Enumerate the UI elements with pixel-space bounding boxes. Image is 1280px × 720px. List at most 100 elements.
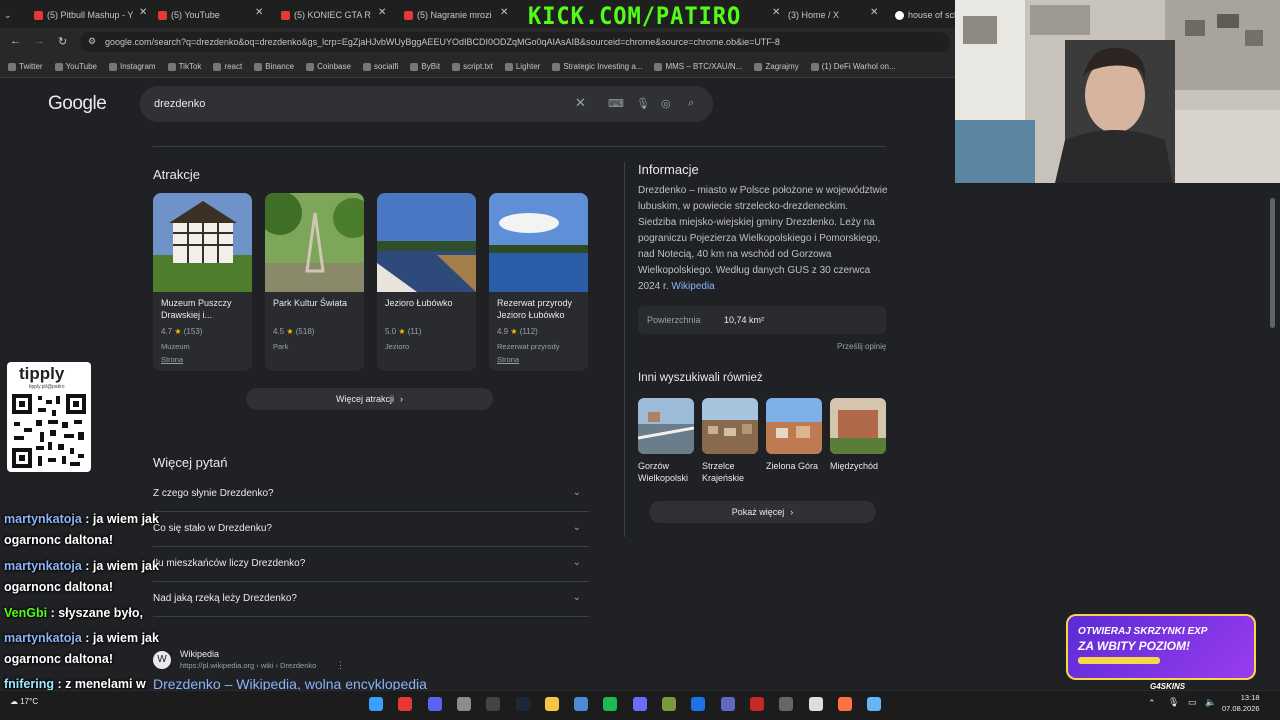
- weather-widget[interactable]: ☁ 17°C: [10, 697, 38, 706]
- xbox-icon[interactable]: [691, 697, 706, 711]
- chrome-icon[interactable]: [398, 697, 413, 711]
- tray-chevron-icon[interactable]: ⌃: [1148, 698, 1156, 709]
- attraction-photo: [489, 193, 588, 292]
- attraction-card[interactable]: Jezioro Łubówko 5.0 ★ (11) Jezioro: [377, 193, 476, 371]
- also-searched-label[interactable]: Gorzów Wielkopolski: [638, 460, 702, 484]
- network-icon[interactable]: ▭: [1188, 697, 1197, 708]
- microphone-icon[interactable]: 🎙: [636, 97, 650, 110]
- bookmark-item[interactable]: Zagrajmy: [754, 62, 799, 71]
- attraction-card[interactable]: Park Kultur Świata 4.5 ★ (518) Park: [265, 193, 364, 371]
- also-searched-label[interactable]: Międzychód: [830, 460, 894, 472]
- chat-username: martynkatoja: [4, 631, 82, 645]
- wikipedia-link[interactable]: Wikipedia: [671, 281, 714, 292]
- promo-progress-bar: [1078, 657, 1160, 664]
- faq-question[interactable]: Co się stało w Drezdenku? ⌄: [153, 512, 589, 547]
- bookmark-item[interactable]: Lighter: [504, 62, 540, 71]
- microphone-tray-icon[interactable]: 🎙: [1168, 697, 1179, 708]
- bookmark-item[interactable]: Twitter: [8, 62, 43, 71]
- app-icon[interactable]: [749, 697, 764, 711]
- notepad-icon[interactable]: [867, 697, 882, 711]
- obs-icon[interactable]: [486, 697, 501, 711]
- show-more-button[interactable]: Pokaż więcej ›: [649, 501, 876, 523]
- app-icon[interactable]: [456, 697, 471, 711]
- keyboard-icon[interactable]: ⌨: [608, 97, 624, 110]
- bookmark-item[interactable]: (1) DeFi Warhol on...: [810, 62, 896, 71]
- app-icon[interactable]: [662, 697, 676, 711]
- forward-icon[interactable]: →: [34, 35, 45, 47]
- more-options-icon[interactable]: ⋮: [336, 660, 345, 671]
- close-tab-icon[interactable]: ✕: [500, 7, 508, 18]
- bookmark-item[interactable]: ByBit: [410, 62, 440, 71]
- chat-message: martynkatoja : ja wiem jak ogarnonc dalto…: [4, 628, 159, 670]
- bookmark-item[interactable]: Coinbase: [306, 62, 351, 71]
- app-icon[interactable]: [632, 697, 647, 711]
- chevron-down-icon: ⌄: [572, 592, 581, 603]
- also-searched-thumbnail[interactable]: [830, 398, 886, 454]
- clock[interactable]: 13:18 07.08.2026: [1222, 692, 1260, 714]
- close-tab-icon[interactable]: ✕: [255, 7, 263, 18]
- tab-6[interactable]: house of sch: [895, 4, 955, 26]
- steam-icon[interactable]: [515, 697, 530, 711]
- chat-message: VenGbi : słyszane było,: [4, 603, 143, 624]
- feedback-link[interactable]: Prześlij opinię: [837, 342, 886, 351]
- bookmark-item[interactable]: Binance: [254, 62, 294, 71]
- discord-icon[interactable]: [427, 697, 442, 711]
- close-tab-icon[interactable]: ✕: [870, 7, 878, 18]
- bookmark-item[interactable]: react: [213, 62, 242, 71]
- app-icon[interactable]: [574, 697, 589, 711]
- google-logo[interactable]: Google: [48, 93, 107, 115]
- bookmark-item[interactable]: socialfi: [362, 62, 398, 71]
- page-scrollbar[interactable]: [1270, 198, 1275, 328]
- promo-banner[interactable]: OTWIERAJ SKRZYNKI EXP ZA WBITY POZIOM!: [1066, 614, 1256, 680]
- bookmark-item[interactable]: TikTok: [167, 62, 201, 71]
- also-searched-thumbnail[interactable]: [638, 398, 694, 454]
- also-searched-thumbnail[interactable]: [702, 398, 758, 454]
- search-icon[interactable]: ⌕: [688, 97, 694, 110]
- tab-3[interactable]: (5) KONIEC GTA RP! N: [281, 4, 371, 26]
- close-tab-icon[interactable]: ✕: [772, 7, 780, 18]
- faq-question[interactable]: Z czego słynie Drezdenko? ⌄: [153, 477, 589, 512]
- place-photo: [702, 398, 758, 454]
- close-tab-icon[interactable]: ✕: [139, 7, 147, 18]
- tab-5[interactable]: (3) Home / X: [788, 4, 858, 26]
- file-explorer-icon[interactable]: [544, 697, 559, 711]
- tab-search-menu[interactable]: ⌄: [4, 4, 24, 26]
- youtube-icon: [158, 10, 167, 20]
- clear-icon[interactable]: ✕: [575, 95, 586, 111]
- bookmark-item[interactable]: Instagram: [109, 62, 156, 71]
- attraction-card[interactable]: Rezerwat przyrody Jezioro Łubówko 4.9 ★ (…: [489, 193, 588, 371]
- more-attractions-button[interactable]: Więcej atrakcji ›: [246, 388, 493, 410]
- app-icon[interactable]: [720, 697, 735, 711]
- camera-icon[interactable]: ◎: [661, 97, 671, 110]
- app-icon[interactable]: [808, 697, 823, 711]
- also-searched-label[interactable]: Strzelce Krajeńskie: [702, 460, 766, 484]
- reload-icon[interactable]: ↻: [58, 35, 67, 48]
- site-info-icon[interactable]: ⚙: [88, 36, 96, 47]
- volume-icon[interactable]: 🔈: [1205, 697, 1216, 708]
- bookmark-icon: [754, 62, 763, 71]
- also-searched-thumbnail[interactable]: [766, 398, 822, 454]
- faq-question[interactable]: Nad jaką rzeką leży Drezdenko? ⌄: [153, 582, 589, 617]
- faq-question[interactable]: Ilu mieszkańców liczy Drezdenko? ⌄: [153, 547, 589, 582]
- app-icon[interactable]: [779, 697, 794, 711]
- search-input[interactable]: drezdenko ✕ ⌨ 🎙 ◎ ⌕: [140, 86, 713, 122]
- attraction-website-link[interactable]: Strona: [497, 355, 519, 364]
- bookmark-item[interactable]: YouTube: [54, 62, 97, 71]
- attraction-card[interactable]: Muzeum Puszczy Drawskiej i... 4.7 ★ (153)…: [153, 193, 252, 371]
- attraction-website-link[interactable]: Strona: [161, 355, 183, 364]
- app-icon[interactable]: [837, 697, 852, 711]
- tab-2[interactable]: (5) YouTube: [158, 4, 258, 26]
- attraction-category: Jezioro: [385, 342, 410, 351]
- bookmark-item[interactable]: script.txt: [452, 62, 493, 71]
- address-bar[interactable]: ⚙ google.com/search?q=drezdenko&oq=drezd…: [80, 32, 950, 52]
- tab-1[interactable]: (5) Pitbull Mashup - Y: [34, 4, 156, 26]
- spotify-icon[interactable]: [603, 697, 618, 711]
- faq-question-text: Co się stało w Drezdenku?: [153, 523, 272, 534]
- back-icon[interactable]: ←: [10, 35, 21, 47]
- close-tab-icon[interactable]: ✕: [378, 7, 386, 18]
- also-searched-label[interactable]: Zielona Góra: [766, 460, 830, 472]
- windows-start-icon[interactable]: [369, 697, 383, 711]
- tab-4[interactable]: (5) Nagranie mrozi kr: [404, 4, 494, 26]
- bookmark-item[interactable]: Strategic Investing a...: [552, 62, 642, 71]
- bookmark-item[interactable]: MMS – BTC/XAU/N...: [654, 62, 742, 71]
